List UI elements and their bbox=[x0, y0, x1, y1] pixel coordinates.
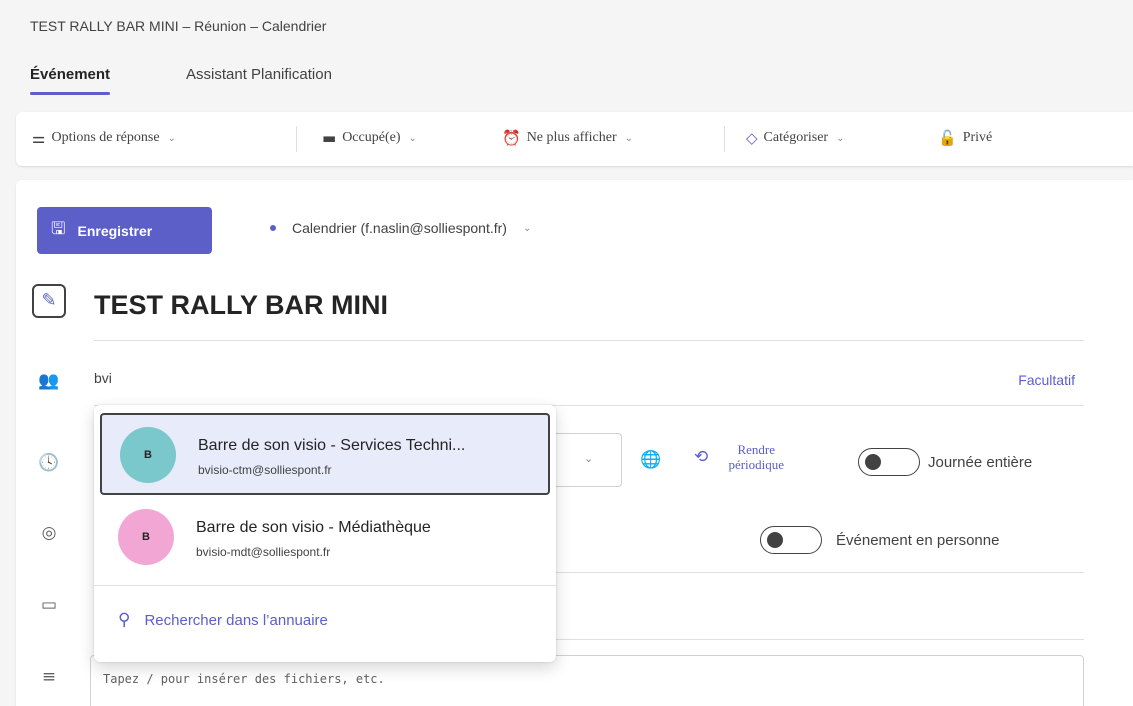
directory-search-label: Rechercher dans l’annuaire bbox=[144, 611, 328, 629]
add-people-icon: 👥 bbox=[38, 371, 60, 391]
calendar-select[interactable]: Calendrier (f.naslin@solliespont.fr) ⌄ bbox=[270, 220, 531, 236]
suggestion-name: Barre de son visio - Médiathèque bbox=[196, 519, 431, 536]
toggle-knob bbox=[767, 532, 783, 548]
search-icon: ⚲ bbox=[118, 610, 131, 630]
divider bbox=[94, 340, 1084, 341]
repeat-icon: ⟲ bbox=[694, 447, 709, 467]
attendee-suggestions-dropdown: B Barre de son visio - Services Techni..… bbox=[94, 405, 556, 662]
calendar-color-dot bbox=[270, 225, 276, 231]
save-icon: 🖫 bbox=[51, 219, 66, 239]
reminder-button[interactable]: ⏰ Ne plus afficher ⌄ bbox=[502, 129, 633, 147]
make-recurring-button[interactable]: ⟲ Rendre périodique bbox=[694, 442, 796, 472]
toolbar-divider bbox=[724, 126, 725, 152]
chevron-down-icon: ⌄ bbox=[167, 132, 176, 144]
clock-icon: 🕓 bbox=[38, 453, 60, 473]
suggestion-email: bvisio-mdt@solliespont.fr bbox=[196, 545, 331, 559]
chevron-down-icon: ⌄ bbox=[584, 452, 594, 465]
categorize-button[interactable]: ◇ Catégoriser ⌄ bbox=[746, 129, 844, 147]
globe-icon[interactable]: 🌐 bbox=[640, 450, 661, 470]
description-editor[interactable]: Tapez / pour insérer des fichiers, etc. bbox=[90, 655, 1084, 706]
busy-status-label: Occupé(e) bbox=[342, 130, 401, 145]
tab-event[interactable]: Événement bbox=[30, 66, 111, 95]
all-day-toggle[interactable] bbox=[858, 448, 920, 476]
attendee-input[interactable] bbox=[94, 366, 394, 390]
location-pin-icon: ◎ bbox=[41, 523, 57, 543]
suggestion-item[interactable]: B Barre de son visio - Services Techni..… bbox=[100, 413, 550, 495]
end-time-select[interactable]: ⌄ bbox=[546, 433, 622, 487]
save-label: Enregistrer bbox=[77, 222, 153, 239]
chevron-down-icon: ⌄ bbox=[836, 132, 845, 144]
in-person-toggle[interactable] bbox=[760, 526, 822, 554]
tab-bar: Événement Assistant Planification bbox=[0, 56, 1133, 104]
chevron-down-icon: ⌄ bbox=[408, 132, 417, 144]
dropdown-divider bbox=[94, 585, 556, 586]
in-person-label: Événement en personne bbox=[836, 532, 1000, 549]
all-day-label: Journée entière bbox=[928, 454, 1033, 471]
alarm-clock-icon: ⏰ bbox=[502, 129, 521, 147]
ribbon-toolbar: ⚌ Options de réponse ⌄ ▬ Occupé(e) ⌄ ⏰ N… bbox=[16, 112, 1133, 166]
chevron-down-icon: ⌄ bbox=[522, 222, 532, 234]
categorize-label: Catégoriser bbox=[763, 130, 829, 145]
response-options-label: Options de réponse bbox=[51, 130, 160, 145]
divider bbox=[556, 572, 1084, 573]
suggestion-item[interactable]: B Barre de son visio - Médiathèque bvisi… bbox=[100, 497, 550, 579]
avatar: B bbox=[120, 427, 176, 483]
private-label: Privé bbox=[962, 130, 993, 145]
tag-icon: ◇ bbox=[746, 129, 758, 147]
edit-event-icon: ✎ bbox=[32, 284, 66, 318]
divider bbox=[556, 639, 1084, 640]
save-button[interactable]: 🖫 Enregistrer bbox=[37, 207, 212, 254]
event-title-input[interactable]: TEST RALLY BAR MINI bbox=[94, 290, 388, 321]
toggle-knob bbox=[865, 454, 881, 470]
chevron-down-icon: ⌄ bbox=[624, 132, 634, 144]
description-placeholder: Tapez / pour insérer des fichiers, etc. bbox=[103, 672, 385, 686]
optional-attendees-link[interactable]: Facultatif bbox=[1018, 372, 1075, 388]
text-lines-icon: ≡ bbox=[41, 667, 57, 687]
lock-icon: 🔓 bbox=[938, 129, 957, 147]
busy-status-button[interactable]: ▬ Occupé(e) ⌄ bbox=[322, 129, 417, 147]
title-bar: TEST RALLY BAR MINI – Réunion – Calendri… bbox=[0, 0, 1133, 56]
response-options-button[interactable]: ⚌ Options de réponse ⌄ bbox=[32, 129, 176, 147]
suggestion-email: bvisio-ctm@solliespont.fr bbox=[198, 463, 332, 477]
tab-scheduling-assistant[interactable]: Assistant Planification bbox=[186, 66, 332, 83]
recurrence-label: Rendre périodique bbox=[728, 442, 785, 472]
toolbar-divider bbox=[296, 126, 297, 152]
directory-search-button[interactable]: ⚲ Rechercher dans l’annuaire bbox=[118, 610, 328, 630]
sliders-icon: ⚌ bbox=[32, 129, 46, 147]
video-camera-icon: ▭ bbox=[40, 595, 58, 615]
window-title: TEST RALLY BAR MINI – Réunion – Calendri… bbox=[30, 18, 327, 34]
busy-square-icon: ▬ bbox=[322, 129, 337, 147]
reminder-label: Ne plus afficher bbox=[526, 130, 617, 145]
suggestion-name: Barre de son visio - Services Techni... bbox=[198, 437, 466, 454]
avatar: B bbox=[118, 509, 174, 565]
private-button[interactable]: 🔓 Privé bbox=[938, 129, 992, 147]
calendar-label: Calendrier (f.naslin@solliespont.fr) bbox=[292, 220, 507, 236]
